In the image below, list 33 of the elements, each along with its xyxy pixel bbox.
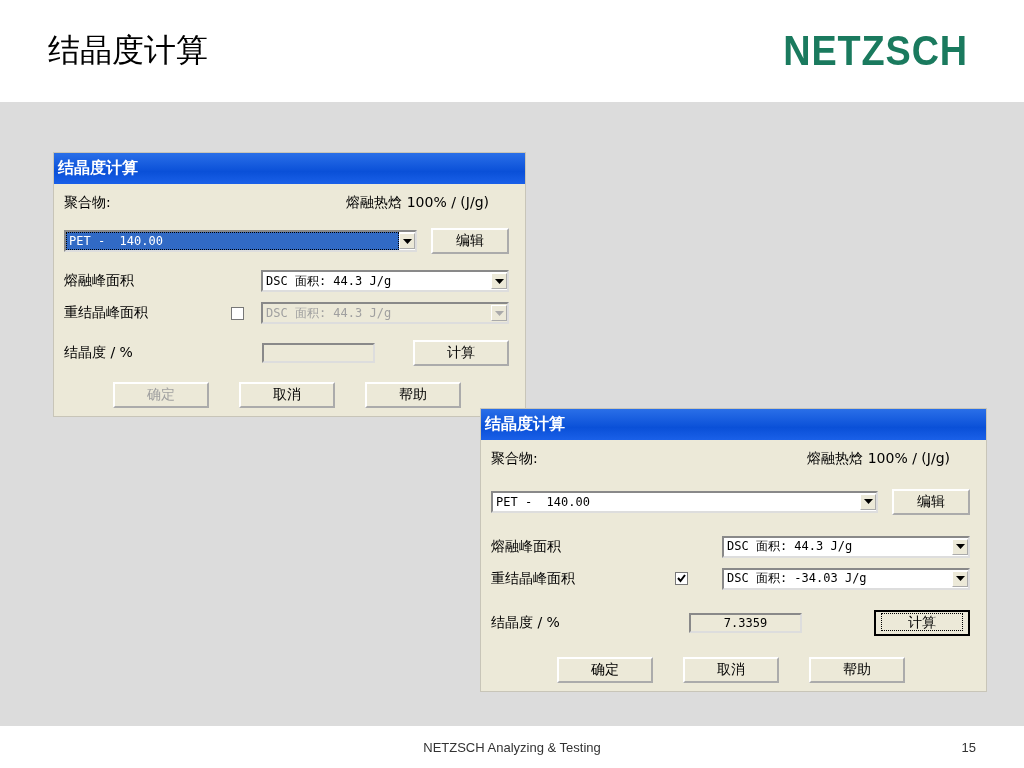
melt-area-dropdown[interactable]: DSC 面积: 44.3 J/g [722, 535, 970, 558]
dialog-button[interactable]: 取消 [238, 382, 335, 408]
footer-text: NETZSCH Analyzing & Testing [423, 739, 601, 755]
polymer-dropdown[interactable]: PET - 140.00 [491, 490, 878, 513]
checkbox[interactable] [675, 572, 688, 585]
dialog-button[interactable]: 帮助 [808, 657, 905, 683]
crystallinity-field: 7.3359 [689, 613, 802, 634]
polymer-label: 聚合物: [64, 194, 111, 212]
recrystallization-area-dropdown[interactable]: DSC 面积: -34.03 J/g [722, 567, 970, 590]
checkbox[interactable] [231, 306, 244, 320]
crystallinity-label: 结晶度 / % [64, 344, 134, 362]
polymer-dropdown[interactable]: PET - 140.00 [64, 230, 417, 252]
company-logo: NETZSCH [782, 27, 968, 75]
dialog-button[interactable]: 帮助 [364, 382, 461, 408]
melt-area-label: 熔融峰面积 [491, 537, 562, 556]
edit-button[interactable]: 编辑 [431, 228, 509, 254]
crystallinity-label: 结晶度 / % [491, 614, 561, 633]
slide-title: 结晶度计算 [48, 30, 208, 71]
edit-button[interactable]: 编辑 [892, 488, 970, 515]
calculate-button[interactable]: 计算 [413, 340, 509, 366]
recrystallization-area-label: 重结晶峰面积 [491, 569, 576, 588]
enthalpy-label: 熔融热焓 100% / (J/g) [346, 194, 489, 212]
dialog-button[interactable]: 确定 [556, 657, 653, 683]
melt-area-label: 熔融峰面积 [64, 272, 135, 290]
melt-area-dropdown[interactable]: DSC 面积: 44.3 J/g [261, 270, 509, 292]
enthalpy-label: 熔融热焓 100% / (J/g) [807, 450, 950, 468]
page-number: 15 [961, 739, 976, 755]
window-title: 结晶度计算 [481, 409, 986, 440]
calculate-button[interactable]: 计算 [874, 610, 970, 637]
dialog-button[interactable]: 取消 [682, 657, 779, 683]
recrystallization-area-label: 重结晶峰面积 [64, 304, 149, 322]
polymer-label: 聚合物: [491, 450, 538, 468]
window-title: 结晶度计算 [54, 153, 525, 184]
